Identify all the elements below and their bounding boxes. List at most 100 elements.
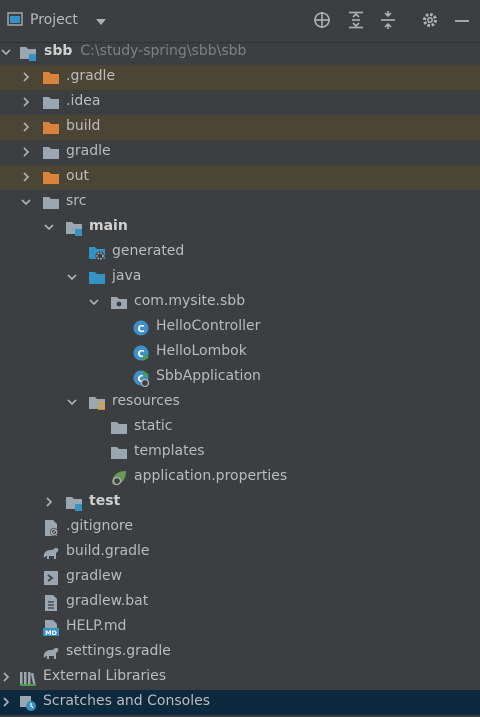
tree-node-hello-controller[interactable]: C HelloController [0, 315, 480, 340]
folder-icon [42, 144, 60, 162]
chevron-down-icon[interactable] [88, 296, 100, 308]
tree-node-build-gradle[interactable]: build.gradle [0, 540, 480, 565]
tree-node-test[interactable]: test [0, 490, 480, 515]
tree-label: gradlew.bat [66, 593, 149, 609]
folder-icon [110, 419, 128, 437]
crosshair-select-opened-file-icon[interactable] [313, 11, 331, 33]
chevron-right-icon[interactable] [43, 496, 55, 508]
chevron-right-icon[interactable] [0, 696, 12, 708]
class-icon: C [132, 319, 150, 337]
tree-label: HELP.md [66, 618, 127, 634]
tree-node-static[interactable]: static [0, 415, 480, 440]
module-folder-icon [65, 219, 83, 237]
tree-node-application-properties[interactable]: application.properties [0, 465, 480, 490]
tree-label: .idea [66, 93, 101, 109]
tree-label: HelloController [156, 318, 261, 334]
tree-label: Scratches and Consoles [43, 693, 210, 709]
tree-node-external-libraries[interactable]: External Libraries [0, 665, 480, 690]
class-runnable-icon: C [132, 344, 150, 362]
module-folder-icon [19, 44, 37, 62]
tree-node-gitignore[interactable]: .gitignore [0, 515, 480, 540]
collapse-all-icon[interactable] [379, 11, 397, 33]
tree-node-gradlew[interactable]: gradlew [0, 565, 480, 590]
expand-all-icon[interactable] [347, 11, 365, 33]
chevron-right-icon[interactable] [20, 71, 32, 83]
chevron-right-icon[interactable] [20, 171, 32, 183]
tree-node-sbb-application[interactable]: C SbbApplication [0, 365, 480, 390]
chevron-down-icon[interactable] [66, 271, 78, 283]
spring-config-icon [110, 469, 128, 487]
excluded-folder-icon [42, 119, 60, 137]
folder-icon [42, 94, 60, 112]
tree-node-out[interactable]: out [0, 165, 480, 190]
svg-text:C: C [137, 324, 144, 335]
spring-boot-class-icon: C [132, 369, 150, 388]
tree-label: build.gradle [66, 543, 150, 559]
ignore-file-icon [42, 519, 60, 537]
tree-label: com.mysite.sbb [134, 293, 246, 309]
chevron-right-icon[interactable] [20, 96, 32, 108]
tree-label: .gitignore [66, 518, 133, 534]
gear-icon[interactable] [421, 11, 439, 33]
gradle-elephant-icon [42, 544, 60, 562]
source-folder-icon [88, 269, 106, 287]
text-file-icon [42, 594, 60, 612]
chevron-down-icon[interactable] [66, 396, 78, 408]
tree-label: test [89, 493, 121, 509]
tree-label: settings.gradle [66, 643, 171, 659]
tree-label: build [66, 118, 101, 134]
tree-node-settings-gradle[interactable]: settings.gradle [0, 640, 480, 665]
tree-label: .gradle [66, 68, 116, 84]
tree-node-gradle[interactable]: gradle [0, 140, 480, 165]
folder-icon [110, 444, 128, 462]
minimize-icon[interactable] [454, 11, 470, 33]
module-path: C:\study-spring\sbb\sbb [80, 43, 247, 59]
tree-node-java[interactable]: java [0, 265, 480, 290]
tree-label: static [134, 418, 173, 434]
folder-icon [42, 194, 60, 212]
tree-node-build[interactable]: build [0, 115, 480, 140]
tree-node-help-md[interactable]: MD HELP.md [0, 615, 480, 640]
tree-label: application.properties [134, 468, 288, 484]
library-icon [19, 669, 37, 687]
markdown-file-icon: MD [42, 619, 60, 637]
excluded-folder-icon [42, 169, 60, 187]
tree-node-templates[interactable]: templates [0, 440, 480, 465]
shell-script-icon [42, 569, 60, 587]
module-folder-icon [65, 494, 83, 512]
tree-node-resources[interactable]: resources [0, 390, 480, 415]
tree-node-package[interactable]: com.mysite.sbb [0, 290, 480, 315]
project-window-icon[interactable] [7, 11, 23, 31]
tree-node-main[interactable]: main [0, 215, 480, 240]
scratches-icon [19, 694, 37, 712]
package-icon [110, 294, 128, 312]
tree-node-hello-lombok[interactable]: C HelloLombok [0, 340, 480, 365]
svg-text:MD: MD [45, 629, 57, 637]
chevron-right-icon[interactable] [20, 121, 32, 133]
tree-node-sbb[interactable]: sbb C:\study-spring\sbb\sbb [0, 40, 480, 65]
chevron-down-icon[interactable] [95, 15, 107, 31]
tree-label: java [112, 268, 142, 284]
chevron-right-icon[interactable] [20, 146, 32, 158]
tree-node-gradlew-bat[interactable]: gradlew.bat [0, 590, 480, 615]
chevron-down-icon[interactable] [20, 196, 32, 208]
chevron-right-icon[interactable] [0, 671, 12, 683]
resources-folder-icon [88, 394, 106, 412]
tree-label: templates [134, 443, 205, 459]
tree-node-generated[interactable]: generated [0, 240, 480, 265]
tree-label: HelloLombok [156, 343, 247, 359]
tree-node-dot-gradle[interactable]: .gradle [0, 65, 480, 90]
project-view-title[interactable]: Project [30, 12, 78, 28]
tree-label: main [89, 218, 128, 234]
tree-label: generated [112, 243, 185, 259]
tree-label: out [66, 168, 89, 184]
excluded-folder-icon [42, 69, 60, 87]
tree-node-idea[interactable]: .idea [0, 90, 480, 115]
chevron-down-icon[interactable] [43, 221, 55, 233]
tree-node-src[interactable]: src [0, 190, 480, 215]
tree-label: SbbApplication [156, 368, 261, 384]
tree-node-scratches[interactable]: Scratches and Consoles [0, 690, 480, 715]
tree-label: src [66, 193, 87, 209]
chevron-down-icon[interactable] [0, 46, 12, 58]
tree-label: gradlew [66, 568, 123, 584]
